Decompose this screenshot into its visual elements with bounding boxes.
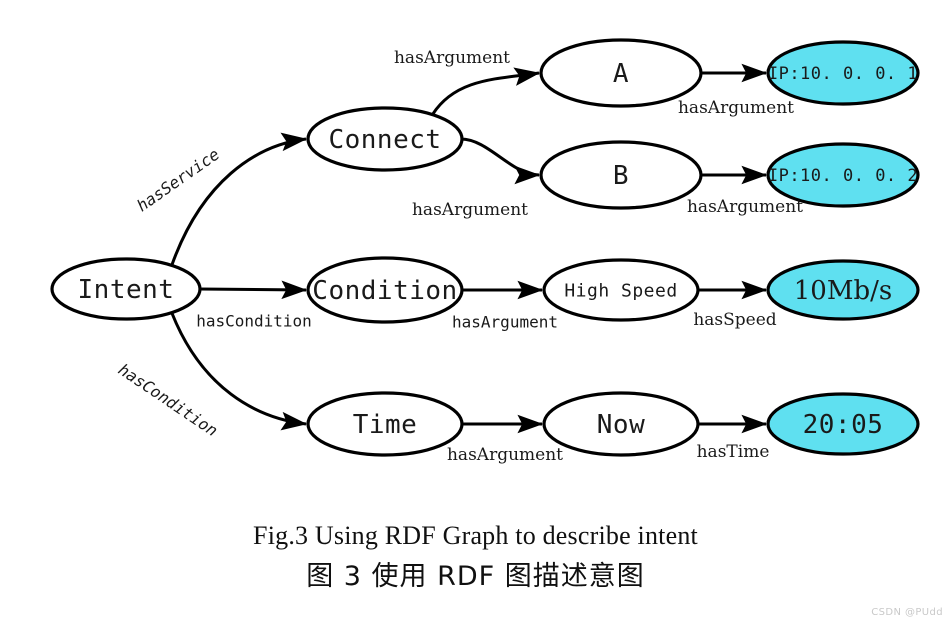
node-label-a: A bbox=[613, 59, 629, 89]
edge-label-intent-condition: hasCondition bbox=[196, 312, 312, 331]
node-now[interactable]: Now bbox=[542, 391, 700, 457]
rdf-graph-figure: Intent Connect Condition Time A B High Speed No… bbox=[0, 0, 951, 623]
edge-label-b-ip2: hasArgument bbox=[687, 197, 803, 217]
node-label-speed: 10Mb/s bbox=[794, 276, 892, 306]
edge-labels-layer: hasServicehasConditionhasConditionhasArg… bbox=[115, 48, 803, 465]
edge-label-condition-highspeed: hasArgument bbox=[452, 313, 558, 332]
node-connect[interactable]: Connect bbox=[306, 106, 464, 172]
node-label-ip2: IP:10. 0. 0. 2 bbox=[768, 166, 918, 186]
node-label-now: Now bbox=[597, 410, 645, 440]
node-a[interactable]: A bbox=[539, 38, 703, 108]
caption-english: Fig.3 Using RDF Graph to describe intent bbox=[253, 521, 698, 550]
edge-label-highspeed-speed: hasSpeed bbox=[693, 310, 776, 330]
node-label-clock: 20:05 bbox=[803, 410, 884, 440]
node-highspeed[interactable]: High Speed bbox=[542, 258, 700, 322]
watermark-label: CSDN @PUdd bbox=[871, 607, 943, 618]
node-b[interactable]: B bbox=[539, 140, 703, 210]
edge-label-a-ip1: hasArgument bbox=[678, 98, 794, 118]
edge-label-now-clock: hasTime bbox=[697, 442, 770, 462]
edge-label-intent-connect: hasService bbox=[133, 145, 223, 216]
node-intent[interactable]: Intent bbox=[50, 257, 202, 321]
edge-label-connect-b: hasArgument bbox=[412, 200, 528, 220]
node-label-time: Time bbox=[353, 410, 418, 440]
edge-label-connect-a: hasArgument bbox=[394, 48, 510, 68]
edges-layer bbox=[170, 63, 768, 434]
node-clock[interactable]: 20:05 bbox=[766, 392, 920, 456]
rdf-graph-canvas: Intent Connect Condition Time A B High Speed No… bbox=[50, 38, 920, 465]
node-time[interactable]: Time bbox=[306, 391, 464, 457]
node-label-highspeed: High Speed bbox=[564, 281, 677, 302]
edge-label-time-now: hasArgument bbox=[447, 445, 563, 465]
edge-intent-to-condition bbox=[198, 280, 308, 300]
node-label-intent: Intent bbox=[78, 275, 175, 305]
figure-caption: Fig.3 Using RDF Graph to describe intent… bbox=[0, 520, 951, 595]
node-condition[interactable]: Condition bbox=[306, 256, 464, 324]
node-label-condition: Condition bbox=[312, 276, 457, 306]
node-label-ip1: IP:10. 0. 0. 1 bbox=[768, 64, 918, 84]
node-label-connect: Connect bbox=[328, 125, 441, 155]
caption-chinese: 图 3 使用 RDF 图描述意图 bbox=[306, 560, 645, 592]
node-label-b: B bbox=[613, 161, 629, 191]
node-ip1[interactable]: IP:10. 0. 0. 1 bbox=[766, 40, 920, 106]
node-speed[interactable]: 10Mb/s bbox=[766, 259, 920, 321]
edge-connect-to-a bbox=[431, 67, 541, 116]
edge-connect-to-b bbox=[460, 137, 541, 185]
